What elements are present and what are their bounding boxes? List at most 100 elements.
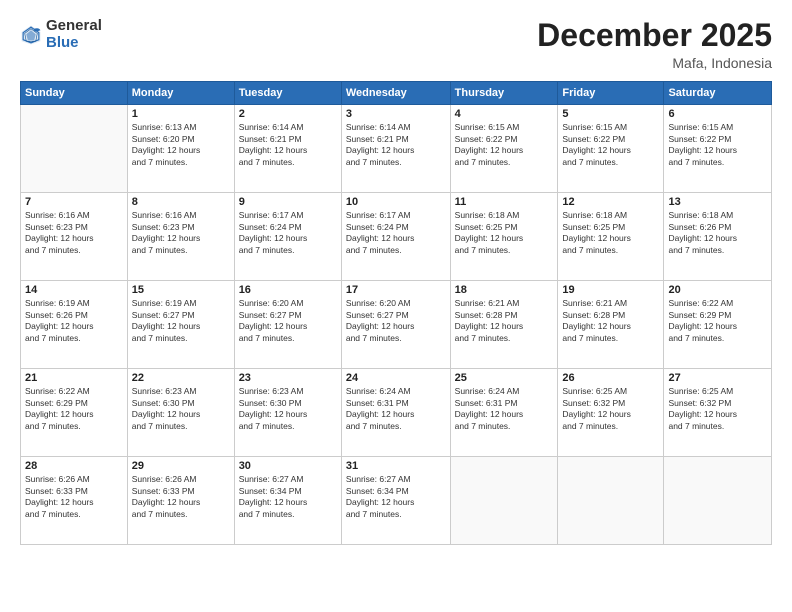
- logo-blue-text: Blue: [46, 35, 102, 52]
- day-info: Sunrise: 6:15 AMSunset: 6:22 PMDaylight:…: [562, 122, 659, 168]
- day-number: 8: [132, 196, 230, 208]
- calendar-cell: 6 Sunrise: 6:15 AMSunset: 6:22 PMDaylight…: [664, 105, 772, 193]
- day-info: Sunrise: 6:14 AMSunset: 6:21 PMDaylight:…: [346, 122, 446, 168]
- day-number: 21: [25, 372, 123, 384]
- calendar-cell: 16 Sunrise: 6:20 AMSunset: 6:27 PMDayligh…: [234, 281, 341, 369]
- calendar-cell: 27 Sunrise: 6:25 AMSunset: 6:32 PMDayligh…: [664, 369, 772, 457]
- calendar-cell: 23Sunrise: 6:23 AMSunset: 6:30 PMDayligh…: [234, 369, 341, 457]
- day-number: 7: [25, 196, 123, 208]
- calendar-cell: 4 Sunrise: 6:15 AMSunset: 6:22 PMDaylight…: [450, 105, 558, 193]
- calendar-table: SundayMondayTuesdayWednesdayThursdayFrid…: [20, 81, 772, 545]
- day-info: Sunrise: 6:15 AMSunset: 6:22 PMDaylight:…: [668, 122, 767, 168]
- logo: General Blue: [20, 18, 102, 51]
- weekday-header-sunday: Sunday: [21, 82, 128, 105]
- day-number: 16: [239, 284, 337, 296]
- weekday-header-wednesday: Wednesday: [341, 82, 450, 105]
- day-number: 19: [562, 284, 659, 296]
- weekday-header-monday: Monday: [127, 82, 234, 105]
- logo-general-text: General: [46, 18, 102, 35]
- day-number: 11: [455, 196, 554, 208]
- calendar-cell: 1 Sunrise: 6:13 AMSunset: 6:20 PMDaylight…: [127, 105, 234, 193]
- location-subtitle: Mafa, Indonesia: [537, 55, 772, 71]
- day-number: 31: [346, 460, 446, 472]
- month-title: December 2025: [537, 18, 772, 53]
- calendar-cell: [21, 105, 128, 193]
- calendar-cell: [450, 457, 558, 545]
- day-number: 25: [455, 372, 554, 384]
- day-number: 1: [132, 108, 230, 120]
- calendar-cell: 28Sunrise: 6:26 AMSunset: 6:33 PMDayligh…: [21, 457, 128, 545]
- day-number: 26: [562, 372, 659, 384]
- day-number: 23: [239, 372, 337, 384]
- calendar-cell: 5Sunrise: 6:15 AMSunset: 6:22 PMDaylight…: [558, 105, 664, 193]
- day-number: 4: [455, 108, 554, 120]
- day-info: Sunrise: 6:25 AMSunset: 6:32 PMDaylight:…: [668, 386, 767, 432]
- day-number: 6: [668, 108, 767, 120]
- day-info: Sunrise: 6:23 AMSunset: 6:30 PMDaylight:…: [132, 386, 230, 432]
- day-info: Sunrise: 6:19 AMSunset: 6:26 PMDaylight:…: [25, 298, 123, 344]
- calendar-cell: 19 Sunrise: 6:21 AMSunset: 6:28 PMDayligh…: [558, 281, 664, 369]
- day-number: 18: [455, 284, 554, 296]
- logo-icon: [20, 24, 42, 46]
- title-block: December 2025 Mafa, Indonesia: [537, 18, 772, 71]
- calendar-cell: 12 Sunrise: 6:18 AMSunset: 6:25 PMDayligh…: [558, 193, 664, 281]
- calendar-cell: 13Sunrise: 6:18 AMSunset: 6:26 PMDayligh…: [664, 193, 772, 281]
- day-info: Sunrise: 6:16 AMSunset: 6:23 PMDaylight:…: [132, 210, 230, 256]
- day-info: Sunrise: 6:24 AMSunset: 6:31 PMDaylight:…: [455, 386, 554, 432]
- day-number: 28: [25, 460, 123, 472]
- day-info: Sunrise: 6:15 AMSunset: 6:22 PMDaylight:…: [455, 122, 554, 168]
- day-info: Sunrise: 6:19 AMSunset: 6:27 PMDaylight:…: [132, 298, 230, 344]
- weekday-header-thursday: Thursday: [450, 82, 558, 105]
- day-number: 10: [346, 196, 446, 208]
- day-info: Sunrise: 6:20 AMSunset: 6:27 PMDaylight:…: [346, 298, 446, 344]
- weekday-header-tuesday: Tuesday: [234, 82, 341, 105]
- calendar-cell: 22 Sunrise: 6:23 AMSunset: 6:30 PMDayligh…: [127, 369, 234, 457]
- calendar-cell: 10 Sunrise: 6:17 AMSunset: 6:24 PMDayligh…: [341, 193, 450, 281]
- calendar-cell: 7 Sunrise: 6:16 AMSunset: 6:23 PMDaylight…: [21, 193, 128, 281]
- day-number: 2: [239, 108, 337, 120]
- calendar-cell: 26 Sunrise: 6:25 AMSunset: 6:32 PMDayligh…: [558, 369, 664, 457]
- calendar-cell: 29 Sunrise: 6:26 AMSunset: 6:33 PMDayligh…: [127, 457, 234, 545]
- day-info: Sunrise: 6:17 AMSunset: 6:24 PMDaylight:…: [239, 210, 337, 256]
- day-info: Sunrise: 6:24 AMSunset: 6:31 PMDaylight:…: [346, 386, 446, 432]
- calendar-cell: 8 Sunrise: 6:16 AMSunset: 6:23 PMDaylight…: [127, 193, 234, 281]
- day-number: 27: [668, 372, 767, 384]
- calendar-cell: 31 Sunrise: 6:27 AMSunset: 6:34 PMDayligh…: [341, 457, 450, 545]
- day-info: Sunrise: 6:18 AMSunset: 6:25 PMDaylight:…: [562, 210, 659, 256]
- day-info: Sunrise: 6:22 AMSunset: 6:29 PMDaylight:…: [25, 386, 123, 432]
- calendar-cell: [558, 457, 664, 545]
- day-number: 20: [668, 284, 767, 296]
- calendar-cell: 14 Sunrise: 6:19 AMSunset: 6:26 PMDayligh…: [21, 281, 128, 369]
- day-info: Sunrise: 6:18 AMSunset: 6:25 PMDaylight:…: [455, 210, 554, 256]
- day-info: Sunrise: 6:22 AMSunset: 6:29 PMDaylight:…: [668, 298, 767, 344]
- day-number: 17: [346, 284, 446, 296]
- day-info: Sunrise: 6:20 AMSunset: 6:27 PMDaylight:…: [239, 298, 337, 344]
- calendar-cell: 15 Sunrise: 6:19 AMSunset: 6:27 PMDayligh…: [127, 281, 234, 369]
- day-info: Sunrise: 6:27 AMSunset: 6:34 PMDaylight:…: [239, 474, 337, 520]
- day-number: 14: [25, 284, 123, 296]
- day-number: 30: [239, 460, 337, 472]
- day-info: Sunrise: 6:21 AMSunset: 6:28 PMDaylight:…: [455, 298, 554, 344]
- calendar-cell: 21 Sunrise: 6:22 AMSunset: 6:29 PMDayligh…: [21, 369, 128, 457]
- day-info: Sunrise: 6:13 AMSunset: 6:20 PMDaylight:…: [132, 122, 230, 168]
- day-info: Sunrise: 6:17 AMSunset: 6:24 PMDaylight:…: [346, 210, 446, 256]
- day-number: 15: [132, 284, 230, 296]
- day-number: 9: [239, 196, 337, 208]
- day-number: 22: [132, 372, 230, 384]
- day-number: 13: [668, 196, 767, 208]
- weekday-header-saturday: Saturday: [664, 82, 772, 105]
- day-info: Sunrise: 6:25 AMSunset: 6:32 PMDaylight:…: [562, 386, 659, 432]
- day-number: 3: [346, 108, 446, 120]
- day-number: 12: [562, 196, 659, 208]
- calendar-cell: [664, 457, 772, 545]
- calendar-cell: 20 Sunrise: 6:22 AMSunset: 6:29 PMDayligh…: [664, 281, 772, 369]
- day-info: Sunrise: 6:27 AMSunset: 6:34 PMDaylight:…: [346, 474, 446, 520]
- calendar-cell: 2Sunrise: 6:14 AMSunset: 6:21 PMDaylight…: [234, 105, 341, 193]
- calendar-cell: 17 Sunrise: 6:20 AMSunset: 6:27 PMDayligh…: [341, 281, 450, 369]
- day-info: Sunrise: 6:21 AMSunset: 6:28 PMDaylight:…: [562, 298, 659, 344]
- calendar-cell: 30 Sunrise: 6:27 AMSunset: 6:34 PMDayligh…: [234, 457, 341, 545]
- day-info: Sunrise: 6:16 AMSunset: 6:23 PMDaylight:…: [25, 210, 123, 256]
- calendar-cell: 11 Sunrise: 6:18 AMSunset: 6:25 PMDayligh…: [450, 193, 558, 281]
- day-number: 29: [132, 460, 230, 472]
- day-info: Sunrise: 6:26 AMSunset: 6:33 PMDaylight:…: [132, 474, 230, 520]
